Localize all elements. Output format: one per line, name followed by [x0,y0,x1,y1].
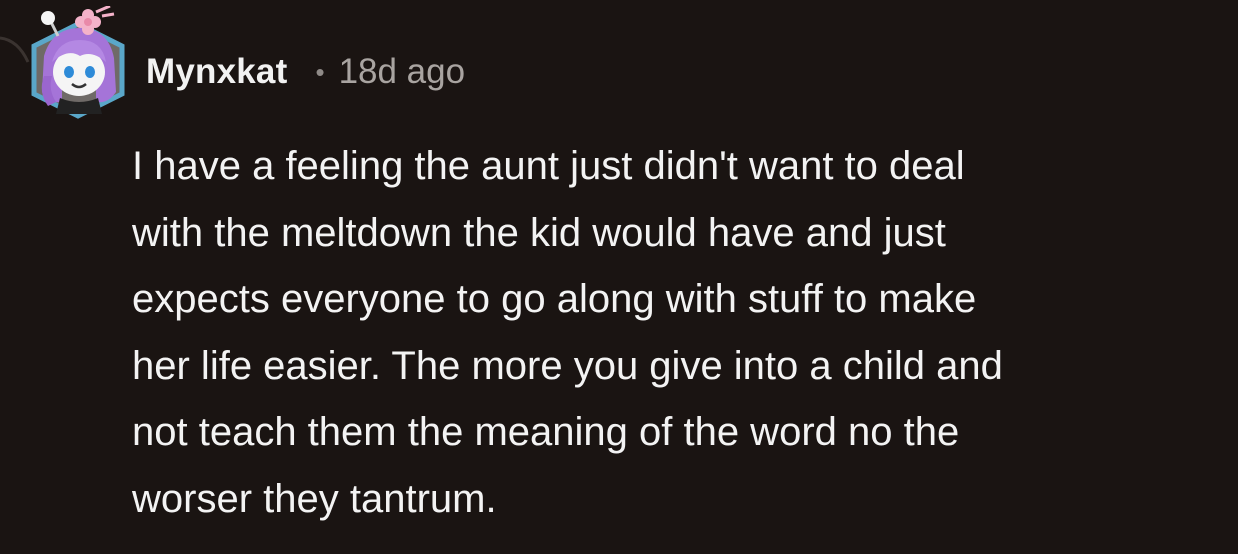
comment-body-line: I have a feeling the aunt just didn't wa… [132,144,965,188]
comment-card: Mynxkat • 18d ago I have a feeling the a… [0,0,1238,554]
comment-body-line: worser they tantrum. [132,476,497,521]
username-link[interactable]: Mynxkat [146,52,287,92]
meta-separator: • [315,56,325,87]
snoo-avatar-icon[interactable] [22,6,134,126]
comment-body-line: her life easier. The more you give into … [132,343,1003,388]
timestamp[interactable]: 18d ago [339,52,466,92]
comment-meta: Mynxkat • 18d ago [146,50,465,94]
comment-body: I have a feeling the aunt just didn't wa… [132,133,1222,533]
comment-body-line: not teach them the meaning of the word n… [132,410,960,455]
comment-body-line: with the meltdown the kid would have and… [132,210,946,255]
comment-body-line: expects everyone to go along with stuff … [132,277,977,322]
